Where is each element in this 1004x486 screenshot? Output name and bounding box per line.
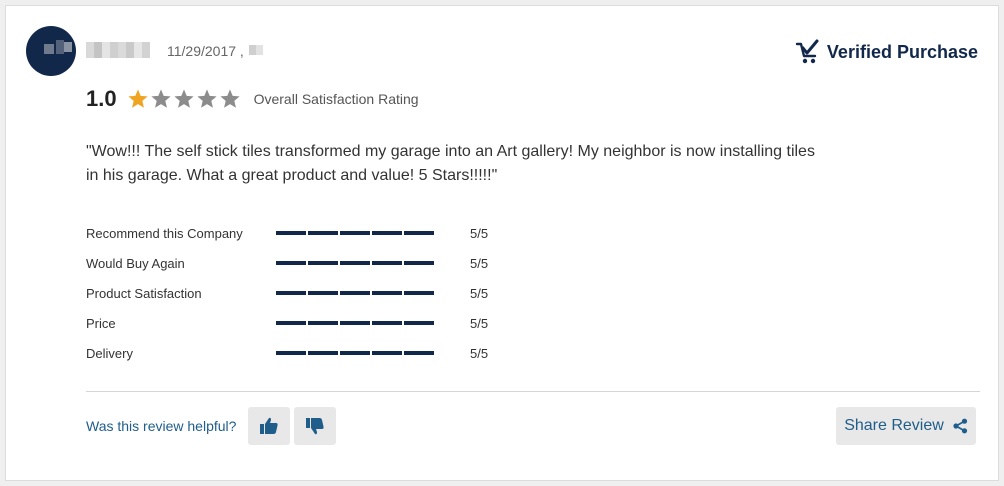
rating-segment	[404, 261, 434, 265]
rating-segment	[404, 291, 434, 295]
sub-rating-bar	[276, 291, 436, 295]
sub-rating-value: 5/5	[470, 225, 489, 241]
sub-ratings: Recommend this Company 5/5 Would Buy Aga…	[86, 218, 488, 368]
sub-rating-label: Delivery	[86, 345, 133, 361]
sub-rating-value: 5/5	[470, 315, 489, 331]
verified-purchase-label: Verified Purchase	[826, 41, 978, 62]
sub-rating-label: Recommend this Company	[86, 225, 243, 241]
sub-rating-row: Recommend this Company 5/5	[86, 218, 488, 248]
divider	[86, 391, 980, 392]
helpful-section: Was this review helpful?	[86, 407, 340, 445]
rating-segment	[308, 231, 338, 235]
star-empty-icon	[219, 89, 240, 108]
sub-rating-value: 5/5	[470, 285, 489, 301]
rating-segment	[372, 321, 402, 325]
verified-cart-check-icon	[795, 39, 819, 64]
rating-segment	[276, 261, 306, 265]
helpful-label: Was this review helpful?	[86, 418, 237, 434]
sub-rating-bar	[276, 231, 436, 235]
review-card: 11/29/2017 , Verified Purchase 1.0 Overa…	[5, 5, 999, 481]
overall-rating-value: 1.0	[86, 86, 117, 111]
helpful-yes-button[interactable]	[248, 407, 291, 445]
rating-segment	[340, 321, 370, 325]
rating-segment	[340, 231, 370, 235]
rating-segment	[340, 261, 370, 265]
star-rating	[127, 88, 242, 110]
overall-rating-label: Overall Satisfaction Rating	[253, 91, 419, 107]
sub-rating-row: Delivery 5/5	[86, 338, 488, 368]
thumbs-up-icon	[260, 417, 279, 434]
sub-rating-row: Product Satisfaction 5/5	[86, 278, 488, 308]
sub-rating-row: Price 5/5	[86, 308, 488, 338]
rating-segment	[340, 351, 370, 355]
sub-rating-value: 5/5	[470, 255, 489, 271]
helpful-no-button[interactable]	[294, 407, 337, 445]
star-empty-icon	[150, 89, 171, 108]
rating-segment	[404, 351, 434, 355]
location-redacted	[249, 45, 263, 55]
sub-rating-bar	[276, 321, 436, 325]
rating-segment	[372, 351, 402, 355]
rating-segment	[276, 321, 306, 325]
star-empty-icon	[196, 89, 217, 108]
rating-segment	[404, 321, 434, 325]
rating-segment	[276, 231, 306, 235]
share-review-button[interactable]: Share Review	[836, 407, 976, 445]
sub-rating-label: Product Satisfaction	[86, 285, 202, 301]
rating-segment	[276, 351, 306, 355]
verified-purchase-badge: Verified Purchase	[795, 39, 978, 65]
rating-segment	[308, 261, 338, 265]
star-empty-icon	[173, 89, 194, 108]
sub-rating-label: Would Buy Again	[86, 255, 185, 271]
sub-rating-bar	[276, 261, 436, 265]
sub-rating-value: 5/5	[470, 345, 489, 361]
share-review-label: Share Review	[844, 417, 944, 434]
rating-segment	[276, 291, 306, 295]
rating-segment	[372, 291, 402, 295]
reviewer-name-redacted	[86, 42, 150, 58]
overall-rating: 1.0 Overall Satisfaction Rating	[86, 86, 419, 112]
rating-segment	[308, 351, 338, 355]
rating-segment	[340, 291, 370, 295]
sub-rating-bar	[276, 351, 436, 355]
share-icon	[953, 418, 967, 434]
rating-segment	[372, 231, 402, 235]
review-text: "Wow!!! The self stick tiles transformed…	[86, 143, 815, 184]
sub-rating-row: Would Buy Again 5/5	[86, 248, 488, 278]
review-date: 11/29/2017 ,	[167, 43, 244, 59]
rating-segment	[308, 321, 338, 325]
avatar	[26, 26, 76, 76]
rating-segment	[404, 231, 434, 235]
star-filled-icon	[127, 89, 148, 108]
sub-rating-label: Price	[86, 315, 116, 331]
thumbs-down-icon	[306, 418, 325, 435]
rating-segment	[372, 261, 402, 265]
rating-segment	[308, 291, 338, 295]
